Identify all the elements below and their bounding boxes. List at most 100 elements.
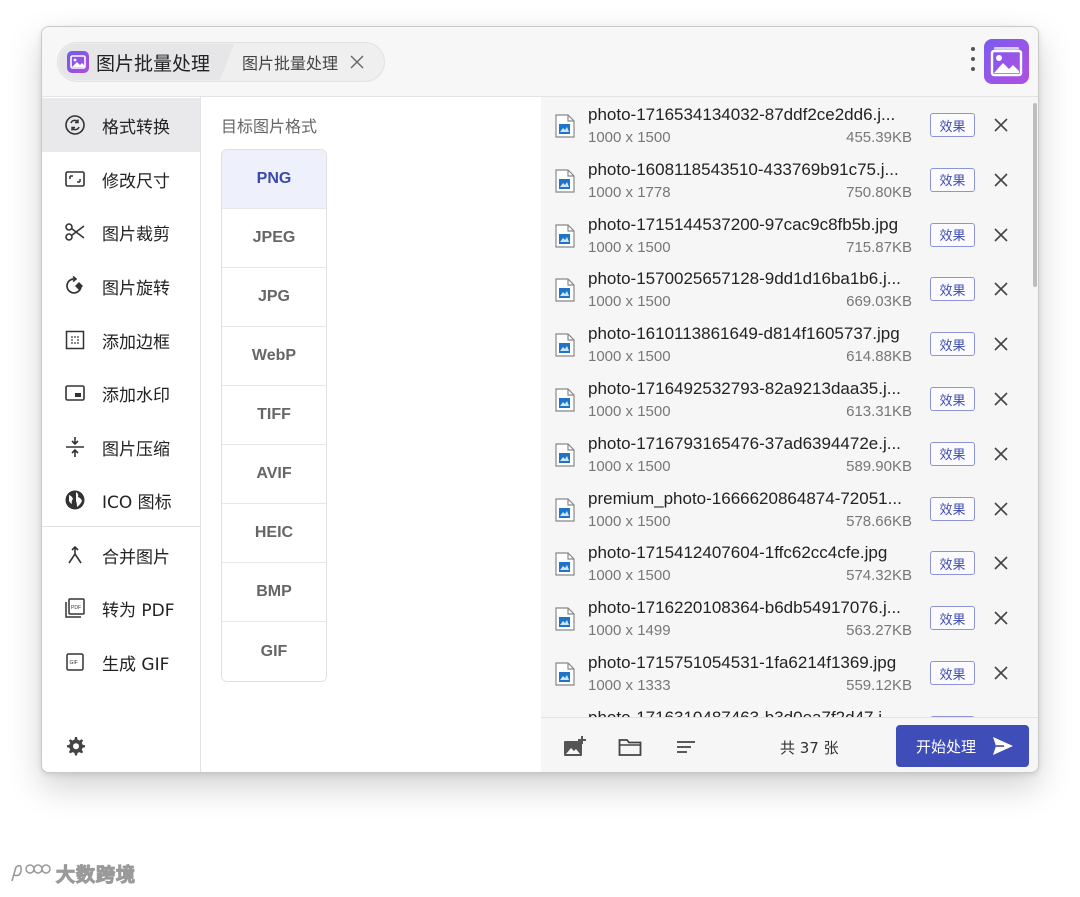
file-name: photo-1716220108364-b6db54917076.j... [588,598,901,618]
sort-list-icon[interactable] [674,736,698,758]
effect-button[interactable]: 效果 [930,551,975,576]
sidebar-item-resize[interactable]: 修改尺寸 [42,152,200,206]
format-option-heic[interactable]: HEIC [222,504,326,563]
effect-button[interactable]: 效果 [930,387,975,411]
effect-button[interactable]: 效果 [930,113,975,137]
close-icon[interactable] [991,553,1011,573]
file-size: 715.87KB [846,238,912,256]
resize-icon [64,168,86,190]
file-name: photo-1715144537200-97cac9c8fb5b.jpg [588,214,899,234]
file-row[interactable]: premium_photo-1666620864874-72051... 1000… [541,482,1031,537]
close-icon[interactable] [991,444,1011,464]
format-option-jpg[interactable]: JPG [222,268,326,327]
file-size: 574.32KB [846,567,912,585]
effect-button[interactable]: 效果 [930,496,975,521]
file-size: 455.39KB [846,129,912,146]
effect-button[interactable]: 效果 [930,606,975,631]
image-file-icon [555,333,575,357]
sidebar-item-crop[interactable]: 图片裁剪 [42,205,200,259]
file-dimensions: 1000 x 1778 [588,183,671,201]
file-size: 578.66KB [846,512,912,530]
file-dimensions: 1000 x 1499 [588,622,671,640]
file-name: photo-1716793165476-37ad6394472e.j... [588,433,901,453]
svg-text:PDF: PDF [71,605,81,611]
sidebar-item-rotate[interactable]: 图片旋转 [42,259,200,313]
format-option-tiff[interactable]: TIFF [222,386,326,445]
effect-button[interactable]: 效果 [930,441,975,466]
close-icon[interactable] [991,663,1011,683]
sidebar-item-watermark[interactable]: 添加水印 [42,366,200,420]
file-row[interactable]: photo-1716220108364-b6db54917076.j... 100… [541,591,1031,646]
close-icon[interactable] [991,608,1011,628]
close-icon[interactable] [348,53,366,71]
image-file-icon [555,607,575,631]
file-row[interactable]: photo-1715751054531-1fa6214f1369.jpg 1000… [541,646,1031,701]
image-file-icon [555,497,575,522]
watermark-logo-icon [11,863,51,881]
effect-button[interactable]: 效果 [930,167,975,192]
sidebar-item-merge[interactable]: 合并图片 [42,528,200,582]
file-size: 589.90KB [846,457,912,475]
more-menu-icon[interactable] [970,47,976,77]
gear-icon[interactable] [64,735,86,757]
file-dimensions: 1000 x 1500 [588,457,671,475]
scrollbar-thumb[interactable] [1033,103,1037,287]
file-dimensions: 1000 x 1333 [588,677,671,694]
start-processing-button[interactable]: 开始处理 [896,725,1029,767]
scrollbar[interactable] [1030,97,1038,717]
title-bar: 图片批量处理 图片批量处理 [42,27,1038,97]
close-icon[interactable] [991,225,1011,245]
svg-text:GIF: GIF [70,660,78,666]
format-option-webp[interactable]: WebP [222,327,326,386]
file-row[interactable]: photo-1716793165476-37ad6394472e.j... 100… [541,427,1031,482]
pdf-icon: PDF [64,597,86,619]
sidebar-item-gif[interactable]: GIF 生成 GIF [42,635,200,689]
file-row[interactable]: photo-1716534134032-87ddf2ce2dd6.j... 100… [541,98,1031,153]
effect-button[interactable]: 效果 [930,332,975,357]
file-row[interactable]: photo-1570025657128-9dd1d16ba1b6.j... 100… [541,262,1031,317]
format-option-bmp[interactable]: BMP [222,563,326,622]
file-name: photo-1715751054531-1fa6214f1369.jpg [588,653,897,672]
close-icon[interactable] [991,115,1011,135]
effect-button[interactable]: 效果 [930,277,975,302]
sidebar-item-ico[interactable]: ICO 图标 [42,473,200,527]
file-pane: photo-1716534134032-87ddf2ce2dd6.j... 100… [541,97,1038,772]
send-icon [993,737,1014,755]
folder-icon[interactable] [618,736,642,758]
file-row[interactable]: photo-1715412407604-1ffc62cc4cfe.jpg 1000… [541,536,1031,591]
app-logo-icon [984,39,1029,84]
file-row[interactable]: photo-1610113861649-d814f1605737.jpg 1000… [541,317,1031,372]
close-icon[interactable] [991,389,1011,409]
close-icon[interactable] [991,334,1011,354]
add-image-icon[interactable] [563,736,587,758]
effect-button[interactable]: 效果 [930,222,975,247]
sidebar-item-compress[interactable]: 图片压缩 [42,420,200,474]
format-convert-icon [64,114,86,136]
format-option-jpeg[interactable]: JPEG [222,209,326,268]
format-option-gif[interactable]: GIF [222,622,326,681]
start-button-label: 开始处理 [916,737,977,756]
tab-inactive[interactable]: 图片批量处理 [242,44,366,80]
file-row[interactable]: photo-1715144537200-97cac9c8fb5b.jpg 1000… [541,208,1031,263]
gif-icon: GIF [64,651,86,673]
sidebar-item-pdf[interactable]: PDF 转为 PDF [42,581,200,635]
format-option-png[interactable]: PNG [222,150,326,209]
file-row[interactable]: photo-1716310487463-b3d0ea7f2d47.j...效果 [541,701,1031,717]
watermark-text: 大数跨境 [55,864,137,887]
tab-active[interactable]: 图片批量处理 [59,44,234,80]
file-row[interactable]: photo-1716492532793-82a9213daa35.j... 100… [541,372,1031,427]
sidebar-item-label: 图片压缩 [102,439,170,460]
image-file-icon [555,114,575,138]
file-dimensions: 1000 x 1500 [588,293,671,311]
file-row[interactable]: photo-1608118543510-433769b91c75.j... 100… [541,153,1031,208]
close-icon[interactable] [991,499,1011,519]
sidebar-item-border[interactable]: 添加边框 [42,313,200,367]
sidebar-item-format-convert[interactable]: 格式转换 [42,98,200,152]
file-count: 共 37 张 [780,739,839,757]
close-icon[interactable] [991,279,1011,299]
file-name: photo-1608118543510-433769b91c75.j... [588,159,899,179]
format-option-avif[interactable]: AVIF [222,445,326,504]
close-icon[interactable] [991,170,1011,190]
file-name: photo-1716534134032-87ddf2ce2dd6.j... [588,105,896,124]
effect-button[interactable]: 效果 [930,661,975,685]
